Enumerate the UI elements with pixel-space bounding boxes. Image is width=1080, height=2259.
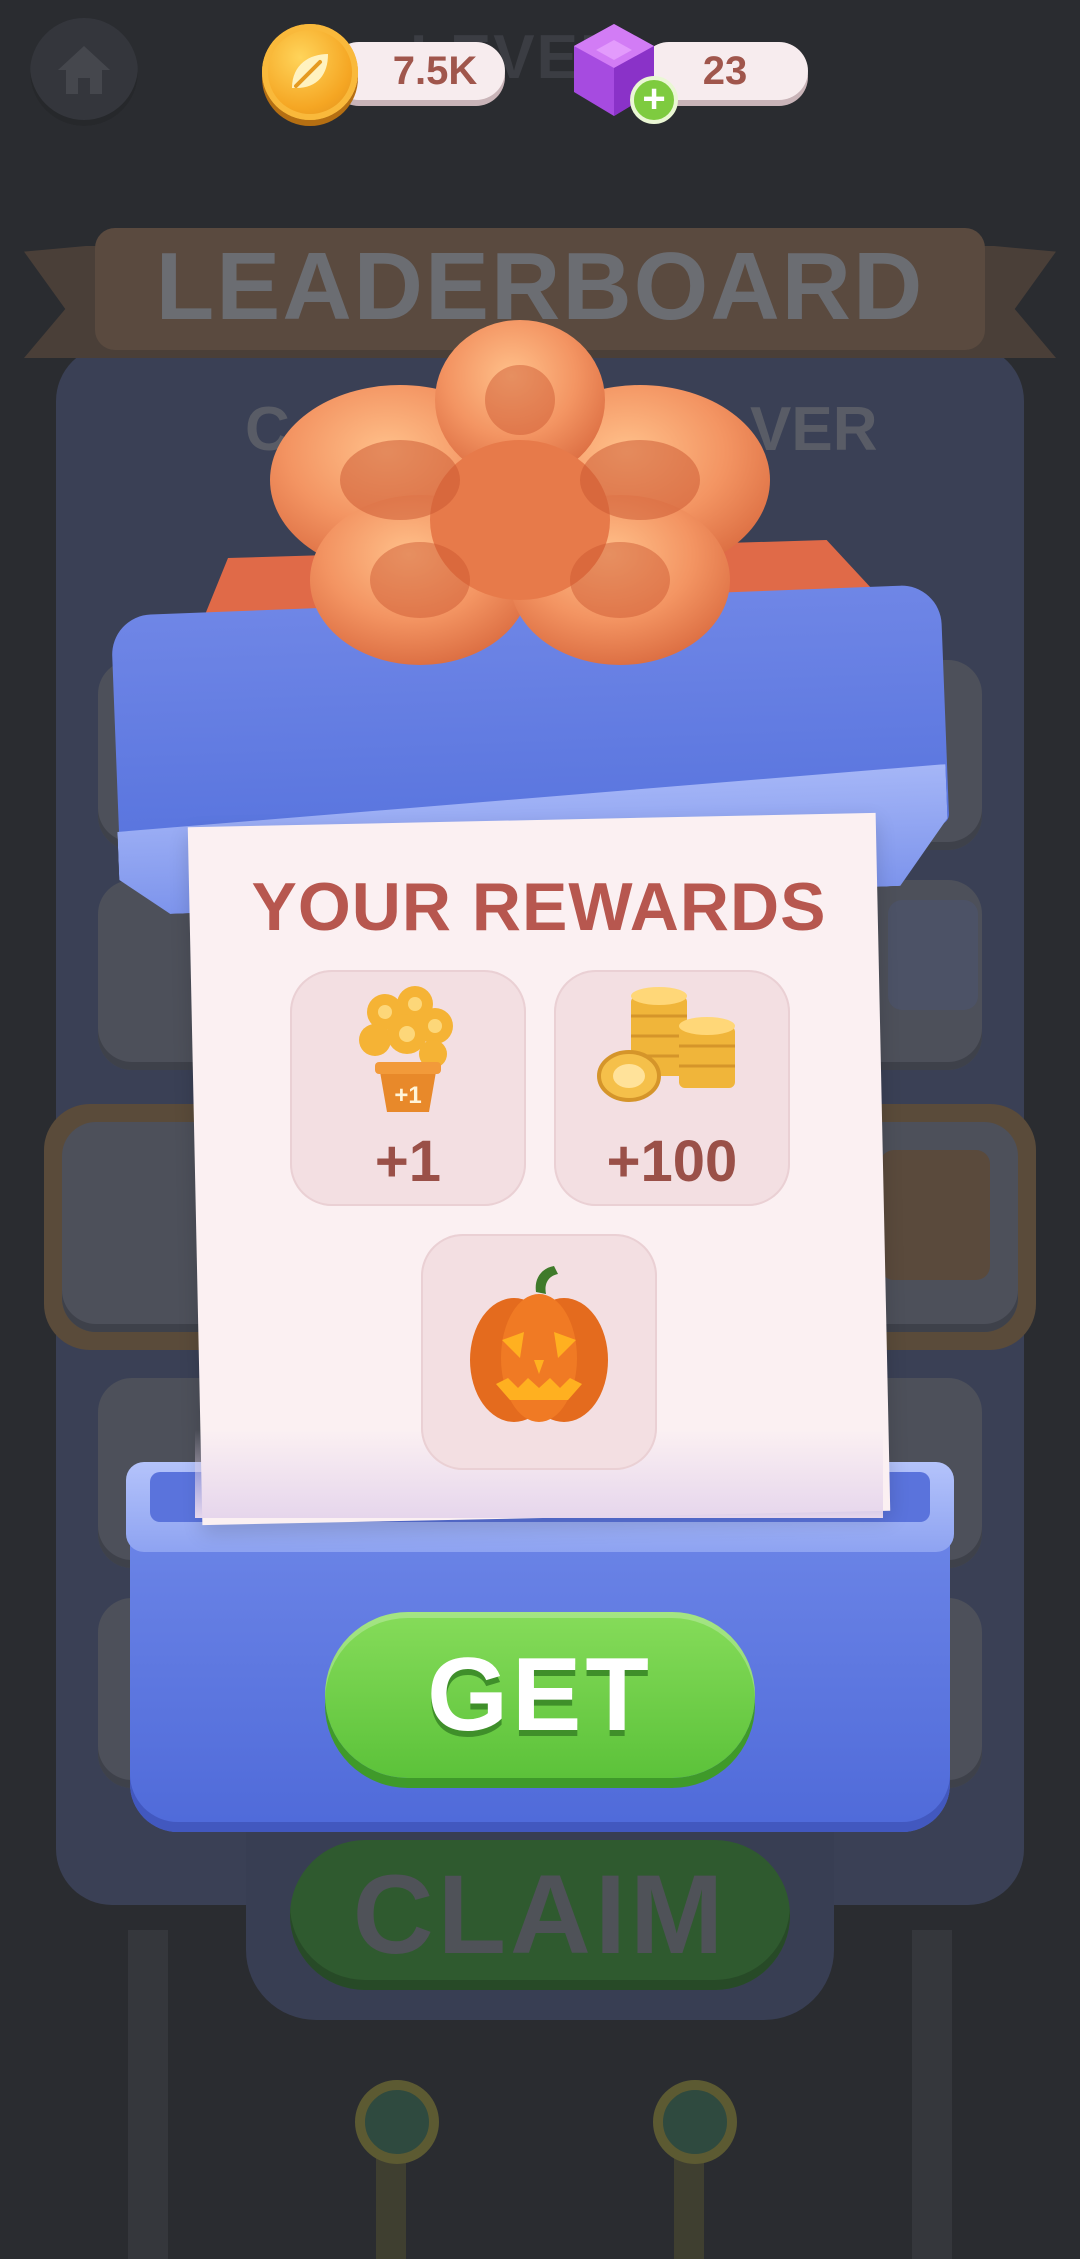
reward-amount: +100 [606, 1129, 738, 1194]
rewards-title: YOUR REWARDS [251, 869, 827, 945]
gift-icon [888, 900, 978, 1010]
coin-count: 7.5K [392, 49, 478, 93]
pipe-knob-left [355, 2080, 439, 2164]
pipe-knob-right [653, 2080, 737, 2164]
reward-amount: +1 [374, 1129, 442, 1194]
gem-count: 23 [702, 49, 748, 93]
home-button[interactable] [30, 18, 138, 126]
jack-o-lantern-icon [470, 1266, 608, 1422]
pipe-right [912, 1930, 952, 2259]
pipe-left [128, 1930, 168, 2259]
plus-icon: + [642, 77, 666, 121]
get-button-label: GET [427, 1637, 653, 1753]
coin-stack-icon [597, 987, 735, 1102]
add-gems-button[interactable]: + [630, 76, 678, 124]
claim-button-label: CLAIM [352, 1852, 728, 1977]
home-icon [58, 46, 110, 94]
bow-icon [270, 320, 770, 665]
gift-icon [880, 1150, 990, 1280]
leaf-coin-icon [262, 24, 358, 120]
pot-badge: +1 [394, 1082, 422, 1109]
